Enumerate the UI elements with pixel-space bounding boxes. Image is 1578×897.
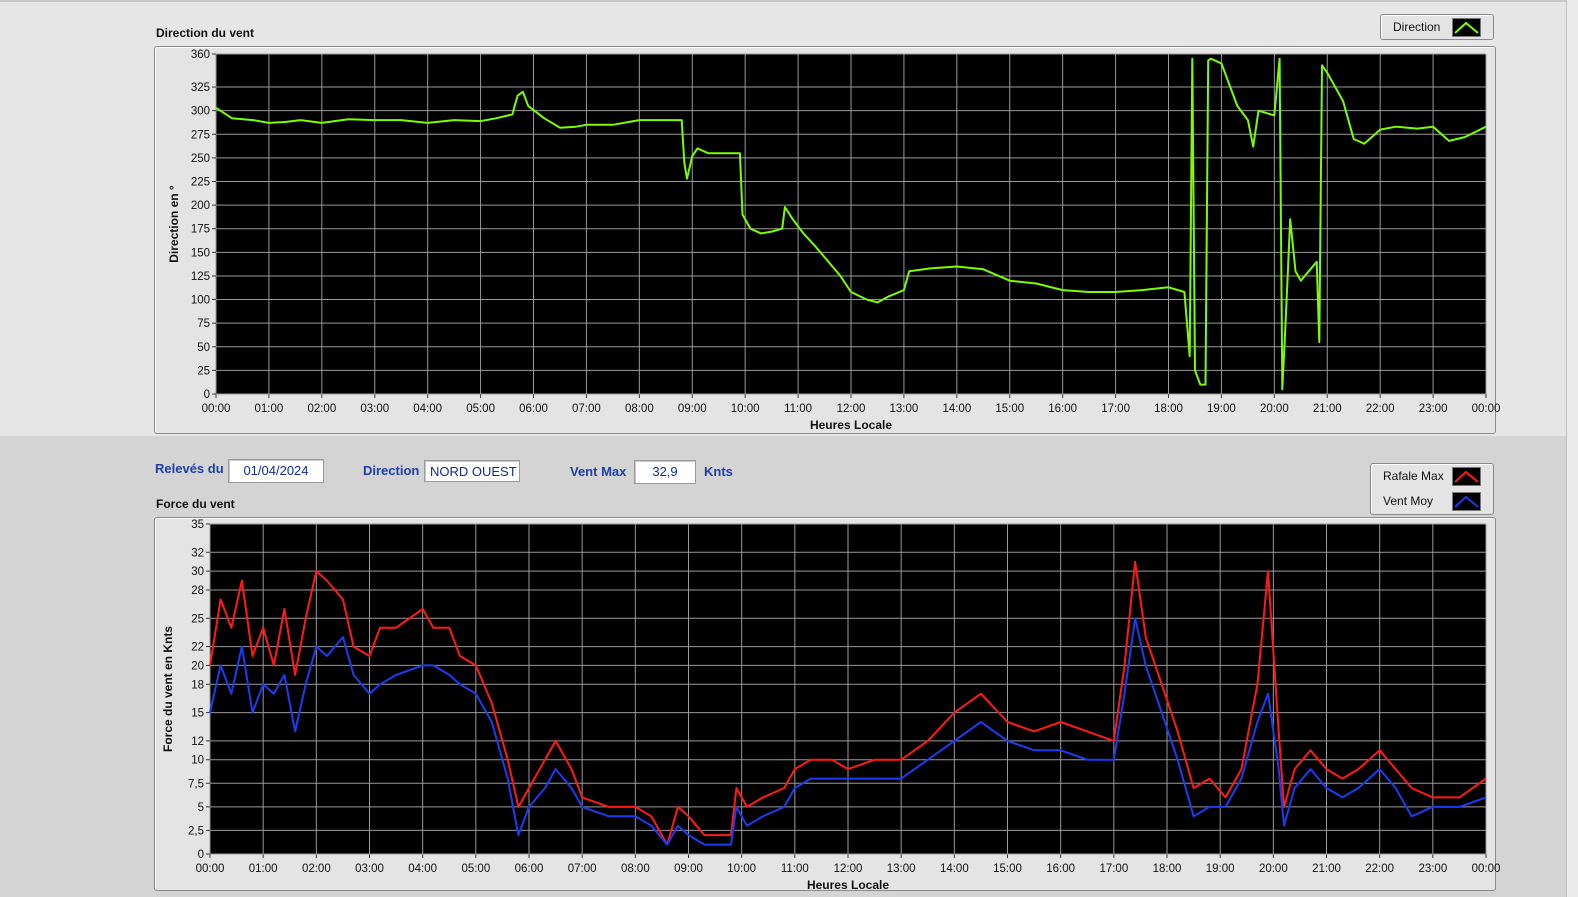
x-tick-label: 23:00: [1418, 863, 1447, 875]
y-tick-label: 15: [191, 708, 204, 720]
y-tick-label: 30: [191, 566, 204, 578]
y-tick-label: 5: [198, 802, 204, 814]
x-tick-label: 19:00: [1206, 863, 1235, 875]
y-tick-label: 28: [191, 585, 204, 597]
x-tick-label: 03:00: [355, 863, 384, 875]
x-tick-label: 15:00: [993, 863, 1022, 875]
x-tick-label: 22:00: [1365, 863, 1394, 875]
y-tick-label: 25: [191, 613, 204, 625]
x-tick-label: 12:00: [834, 863, 863, 875]
x-tick-label: 13:00: [887, 863, 916, 875]
x-tick-label: 08:00: [621, 863, 650, 875]
x-axis-label: Heures Locale: [807, 878, 889, 892]
x-tick-label: 16:00: [1046, 863, 1075, 875]
x-tick-label: 09:00: [674, 863, 703, 875]
x-tick-label: 10:00: [727, 863, 756, 875]
y-tick-label: 10: [191, 755, 204, 767]
y-tick-label: 22: [191, 642, 204, 654]
x-tick-label: 21:00: [1312, 863, 1341, 875]
y-tick-label: 0: [198, 849, 204, 861]
y-tick-label: 20: [191, 660, 204, 672]
x-tick-label: 00:00: [1472, 863, 1501, 875]
y-tick-label: 2,5: [188, 825, 204, 837]
x-tick-label: 06:00: [515, 863, 544, 875]
x-tick-label: 00:00: [196, 863, 225, 875]
x-tick-label: 05:00: [461, 863, 490, 875]
x-tick-label: 20:00: [1259, 863, 1288, 875]
y-axis-label: Force du vent en Knts: [161, 626, 175, 752]
x-tick-label: 07:00: [568, 863, 597, 875]
x-tick-label: 11:00: [781, 863, 809, 875]
y-tick-label: 12: [191, 736, 204, 748]
y-tick-label: 18: [191, 679, 204, 691]
x-tick-label: 17:00: [1099, 863, 1128, 875]
y-tick-label: 32: [191, 547, 204, 559]
y-tick-label: 35: [191, 519, 204, 531]
x-tick-label: 01:00: [249, 863, 278, 875]
x-tick-label: 14:00: [940, 863, 969, 875]
x-tick-label: 02:00: [302, 863, 331, 875]
y-tick-label: 7,5: [188, 778, 204, 790]
x-tick-label: 18:00: [1153, 863, 1182, 875]
force-chart: 00:00 01:00 02:00 03:00 04:00 05:00 06:00 07:00…: [161, 519, 1501, 892]
x-tick-label: 04:00: [408, 863, 437, 875]
